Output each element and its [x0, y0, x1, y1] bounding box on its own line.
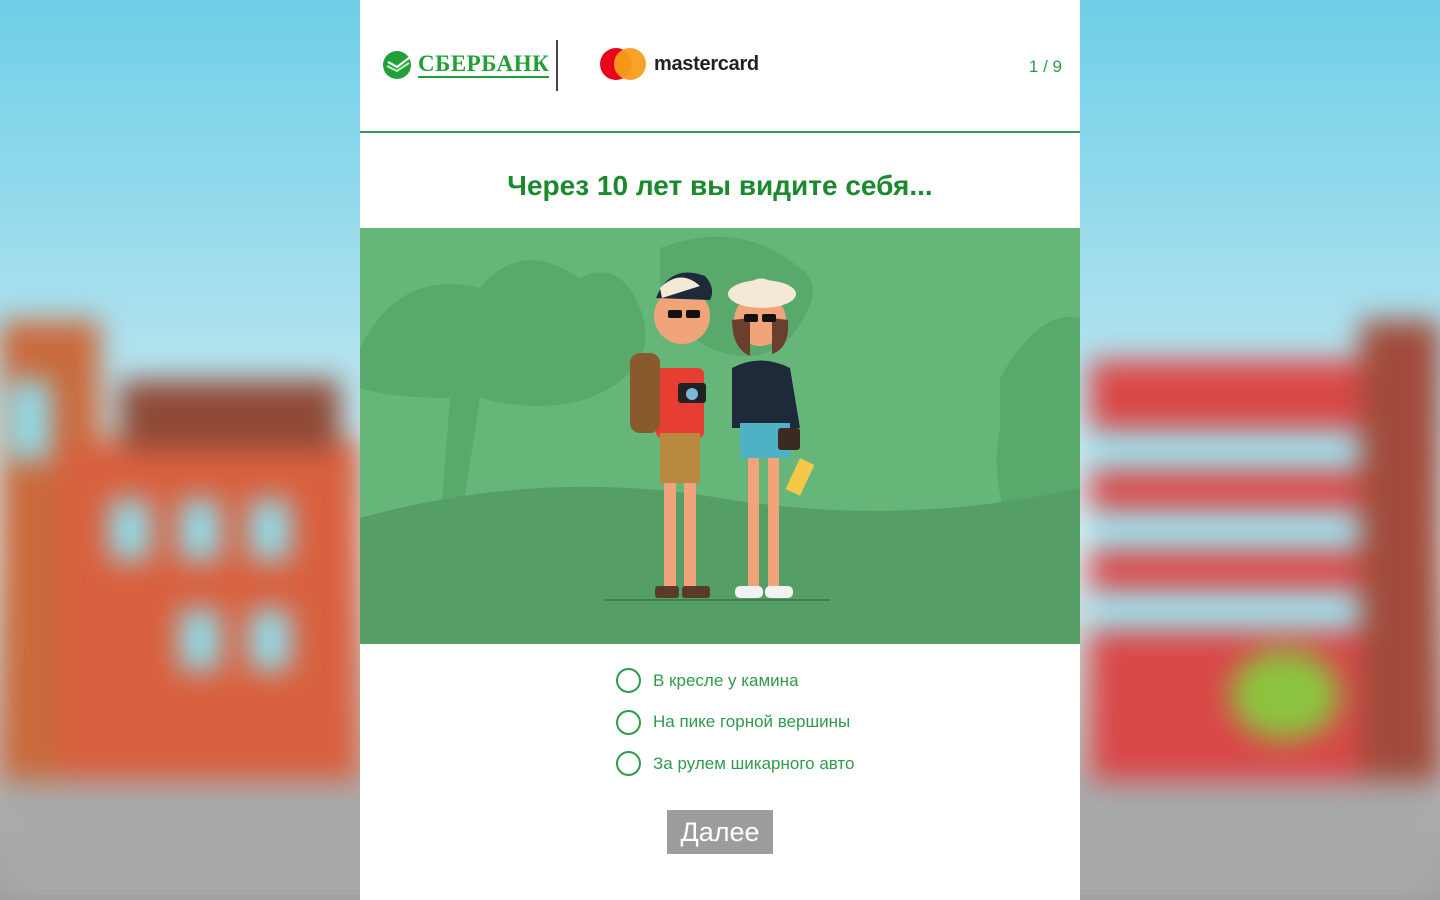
question-counter: 1 / 9	[1028, 57, 1062, 76]
mastercard-wordmark: mastercard	[654, 52, 759, 75]
sberbank-wordmark: СБЕРБАНК	[418, 51, 550, 78]
sberbank-logo-icon	[383, 51, 411, 79]
option-label[interactable]: В кресле у камина	[653, 671, 799, 691]
answer-options: В кресле у камина На пике горной вершины…	[616, 660, 855, 785]
option-car[interactable]: За рулем шикарного авто	[616, 743, 855, 785]
option-label[interactable]: На пике горной вершины	[653, 712, 850, 732]
option-mountain[interactable]: На пике горной вершины	[616, 702, 855, 744]
radio-unchecked-icon[interactable]	[616, 709, 641, 735]
quiz-panel: СБЕРБАНК mastercard 1 / 9 Через 10 лет в…	[360, 0, 1080, 900]
travelers-illustration	[360, 228, 1080, 644]
sberbank-logo: СБЕРБАНК	[382, 50, 550, 80]
radio-unchecked-icon[interactable]	[616, 751, 641, 777]
next-button[interactable]: Далее	[667, 810, 773, 854]
travelers-image	[360, 236, 1080, 644]
option-fireplace[interactable]: В кресле у камина	[616, 660, 855, 702]
header: СБЕРБАНК mastercard 1 / 9	[360, 0, 1080, 133]
logo-divider	[556, 40, 558, 91]
question-title: Через 10 лет вы видите себя...	[507, 170, 933, 201]
mastercard-logo-icon	[600, 48, 646, 80]
radio-unchecked-icon[interactable]	[616, 668, 641, 694]
mastercard-logo: mastercard	[600, 48, 759, 80]
option-label[interactable]: За рулем шикарного авто	[653, 754, 855, 774]
